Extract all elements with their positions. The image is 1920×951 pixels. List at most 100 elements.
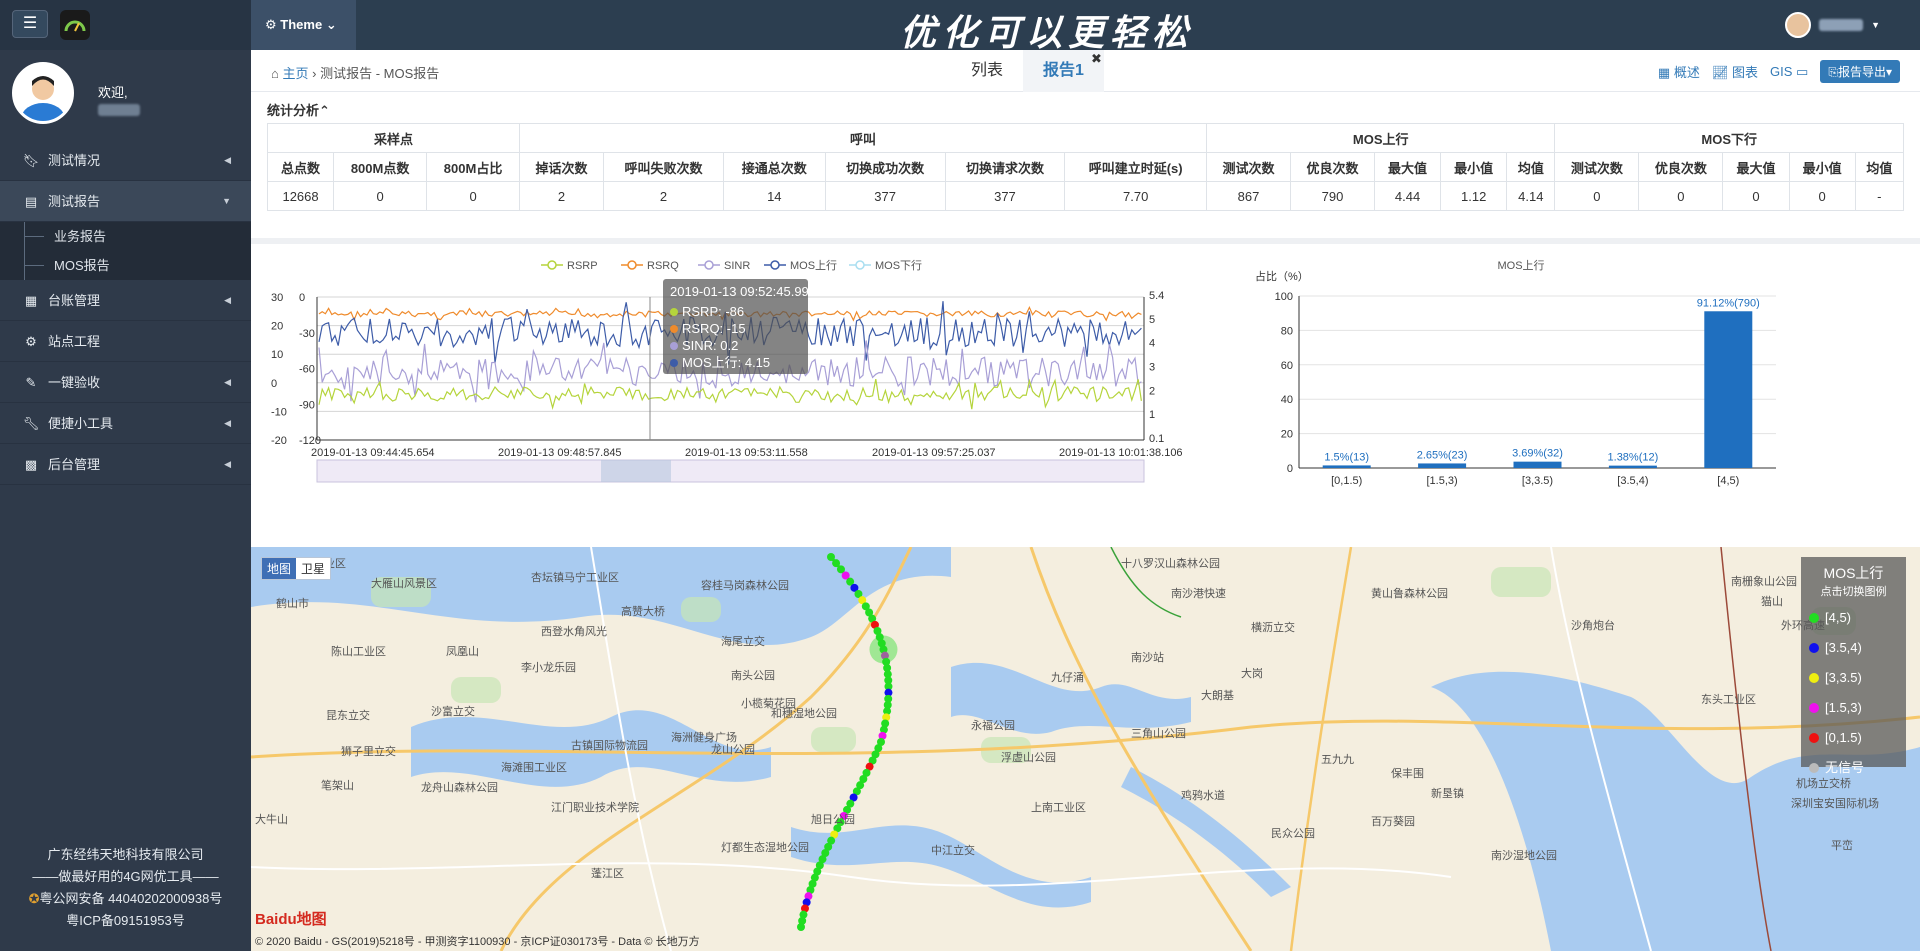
park-area	[1491, 567, 1551, 597]
x-tick-label: 2019-01-13 09:48:57.845	[498, 447, 622, 459]
sidebar-nav: 🔖︎ 测试情况 ◀ ▤ 测试报告 ▼ 业务报告 MOS报告 ▦ 台账管理 ◀ ⚙…	[0, 140, 251, 485]
column-header: 呼叫失败次数	[603, 152, 724, 182]
map-place-label: 海尾立交	[721, 636, 765, 648]
tooltip-marker	[670, 342, 678, 350]
legend-label: 无信号	[1825, 760, 1865, 775]
y-tick-label: 1	[1149, 409, 1155, 421]
map-place-label: 龙舟山森林公园	[421, 782, 498, 794]
y-tick-label: -120	[299, 435, 321, 447]
menu-toggle-button[interactable]: ☰	[12, 10, 48, 38]
legend-dot-icon	[1809, 673, 1819, 683]
sidebar-item-test-status[interactable]: 🔖︎ 测试情况 ◀	[0, 140, 251, 181]
sidebar-item-admin[interactable]: ▩ 后台管理 ◀	[0, 444, 251, 485]
signal-line-chart[interactable]: RSRP RSRQ SINR MOS上行 MOS下行 30 20 10 0 -10 -20 0 -30 -…	[251, 244, 1251, 493]
legend-item[interactable]: [3,3.5)	[1801, 663, 1906, 693]
export-report-button[interactable]: ⎘报告导出▾	[1820, 60, 1900, 83]
table-row: 12668 0 0 2 2 14 377 377 7.70 867 790 4.44 1.12 4.14 0…	[266, 181, 1905, 211]
user-menu[interactable]: ▼	[1785, 12, 1880, 38]
legend-label: RSRP	[567, 260, 598, 272]
user-avatar-icon	[1785, 12, 1812, 38]
legend-item[interactable]: [4,5)	[1801, 603, 1906, 633]
map-place-label: 鹤山市	[276, 598, 309, 610]
user-name-blurred	[1819, 19, 1864, 31]
window-icon: ▭	[1796, 63, 1809, 79]
chart-button[interactable]: 📈︎ 图表	[1712, 62, 1758, 81]
column-header: 总点数	[266, 152, 335, 182]
map-place-label: 南沙港快速	[1171, 588, 1226, 600]
bar	[1608, 465, 1657, 468]
legend-label: MOS下行	[875, 259, 922, 272]
breadcrumb-home-link[interactable]: 主页	[282, 66, 308, 81]
legend-dot-icon	[1809, 613, 1819, 623]
tab-list[interactable]: 列表	[951, 50, 1023, 92]
column-header: 掉话次数	[519, 152, 605, 182]
legend-label: [3,3.5)	[1825, 670, 1862, 685]
map-place-label: 十八罗汉山森林公园	[1121, 558, 1220, 570]
map-place-label: 百万葵园	[1371, 816, 1415, 828]
legend-label: [0,1.5)	[1825, 730, 1862, 745]
column-header: 最大值	[1373, 152, 1442, 182]
map-place-label: 南沙湿地公园	[1491, 850, 1557, 862]
tab-report1[interactable]: 报告1 ✖	[1023, 50, 1104, 92]
tab-label: 报告1	[1043, 62, 1084, 79]
map-type-satellite-button[interactable]: 卫星	[296, 558, 330, 579]
sidebar-item-site-engineering[interactable]: ⚙ 站点工程	[0, 321, 251, 362]
map-place-label: 上南工业区	[1031, 802, 1086, 814]
main-content: ⌂ 主页 › 测试报告 - MOS报告 列表 报告1 ✖ ▦ 概述 📈︎ 图表 …	[251, 50, 1920, 951]
y-tick-label: -10	[271, 406, 287, 418]
map-place-label: 笔架山	[321, 780, 354, 792]
y-tick-label: -60	[299, 364, 315, 376]
legend-item[interactable]: 无信号	[1801, 753, 1906, 783]
overview-button[interactable]: ▦ 概述	[1658, 62, 1700, 81]
legend-dot-icon	[1809, 643, 1819, 653]
map-place-label: 龙山公园	[711, 744, 755, 756]
export-icon: ⎘	[1828, 65, 1838, 79]
table-cell: 0	[1722, 181, 1790, 211]
sidebar-item-tools[interactable]: 🔧︎ 便捷小工具 ◀	[0, 403, 251, 444]
sidebar-subitem-mos-report[interactable]: MOS报告	[0, 251, 251, 280]
map-place-label: 凤凰山	[446, 646, 479, 658]
map-place-label: 浮虚山公园	[1001, 752, 1056, 764]
table-cell: 4.44	[1373, 181, 1442, 211]
table-cell: 0	[1554, 181, 1640, 211]
close-icon[interactable]: ✖	[1091, 52, 1102, 66]
mos-bar-chart[interactable]: 占比（%） MOS上行 0 20 40 60 80 100 1.5%(13) [0,1.5) 2.6…	[1251, 244, 1920, 493]
y-tick-label: 2	[1149, 385, 1155, 397]
table-cell: 867	[1206, 181, 1291, 211]
map-copyright: © 2020 Baidu - GS(2019)5218号 - 甲测资字11009…	[255, 936, 700, 948]
sidebar-subitem-business-report[interactable]: 业务报告	[0, 222, 251, 251]
column-header: 切换请求次数	[944, 152, 1066, 182]
legend-item[interactable]: [3.5,4)	[1801, 633, 1906, 663]
column-header: 接通总次数	[722, 152, 826, 182]
gis-button[interactable]: GIS ▭	[1770, 64, 1808, 80]
map-place-label: 南沙站	[1131, 652, 1164, 664]
legend-label: RSRQ	[647, 260, 679, 272]
gis-map[interactable]: 南朗工业区杏坛镇马宁工业区容桂马岗森林公园大雁山风景区鹤山市高赞大桥海尾立交西登…	[251, 547, 1920, 951]
bar	[1704, 311, 1753, 468]
legend-item[interactable]: [1.5,3)	[1801, 693, 1906, 723]
map-place-label: 保丰围	[1391, 768, 1424, 780]
group-header: 呼叫	[519, 123, 1207, 153]
map-place-label: 横沥立交	[1251, 622, 1295, 634]
y-tick-label: 5	[1149, 314, 1155, 326]
data-label: 1.38%(12)	[1608, 452, 1659, 464]
stats-section-title[interactable]: 统计分析⌃	[267, 100, 330, 119]
map-place-label: 南头公园	[731, 670, 775, 682]
column-header: 呼叫建立时延(s)	[1064, 152, 1207, 182]
map-place-label: 三角山公园	[1131, 728, 1186, 740]
legend-item[interactable]: [0,1.5)	[1801, 723, 1906, 753]
wrench-icon: 🔧︎	[22, 416, 40, 431]
map-type-map-button[interactable]: 地图	[262, 558, 297, 579]
map-place-label: 西登水角风光	[541, 626, 607, 638]
sidebar-item-one-click-acceptance[interactable]: ✎ 一键验收 ◀	[0, 362, 251, 403]
legend-label: [3.5,4)	[1825, 640, 1862, 655]
map-legend[interactable]: MOS上行 点击切换图例 [4,5) [3.5,4) [3,3.5) [1.5,3) […	[1801, 557, 1906, 775]
data-label: 91.12%(790)	[1697, 297, 1760, 309]
avatar	[12, 62, 74, 124]
sidebar-item-ledger[interactable]: ▦ 台账管理 ◀	[0, 280, 251, 321]
theme-dropdown-button[interactable]: ⚙ Theme ⌄	[251, 0, 356, 50]
caret-left-icon: ◀	[224, 295, 231, 305]
sidebar-item-test-report[interactable]: ▤ 测试报告 ▼	[0, 181, 251, 222]
sidebar: 欢迎, 🔖︎ 测试情况 ◀ ▤ 测试报告 ▼ 业务报告 MOS报告 ▦ 台账管理…	[0, 50, 251, 951]
map-canvas[interactable]	[251, 547, 1920, 951]
